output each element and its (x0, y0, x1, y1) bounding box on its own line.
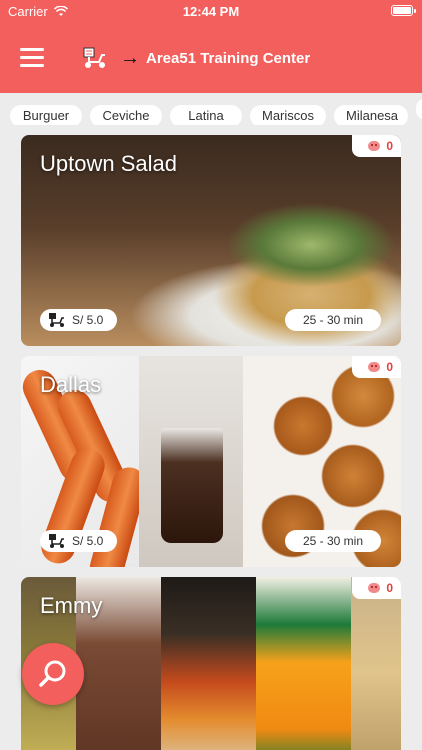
restaurant-name: Uptown Salad (40, 151, 177, 176)
app-header: Carrier 12:44 PM → Area51 Training Cente… (0, 0, 422, 93)
category-chip-partial[interactable] (416, 98, 422, 120)
scooter-delivery-icon (49, 534, 64, 548)
likes-count: 0 (386, 139, 393, 153)
restaurant-name: Emmy (40, 593, 103, 618)
restaurant-card[interactable]: Dallas 0 S/ 5.0 25 - 30 min (21, 356, 401, 567)
category-chip-bar[interactable]: Burguer Ceviche Latina Mariscos Milanesa (0, 93, 422, 125)
category-chip-mariscos[interactable]: Mariscos (250, 105, 326, 125)
delivery-time: 25 - 30 min (285, 530, 381, 552)
pig-icon (368, 362, 381, 372)
scooter-delivery-icon (83, 47, 105, 68)
category-chip-latina[interactable]: Latina (170, 105, 242, 125)
delivery-fee: S/ 5.0 (72, 534, 104, 548)
search-button[interactable] (22, 643, 84, 705)
delivery-fee-badge: S/ 5.0 (40, 309, 118, 331)
status-bar: Carrier 12:44 PM (0, 0, 422, 24)
battery-icon (391, 5, 416, 16)
delivery-time: 25 - 30 min (285, 309, 381, 331)
status-time: 12:44 PM (182, 4, 240, 19)
scooter-delivery-icon (49, 313, 64, 327)
restaurant-name: Dallas (40, 372, 102, 397)
brand-header: → Area51 Training Center (82, 46, 310, 70)
likes-count: 0 (386, 360, 393, 374)
search-icon (39, 660, 66, 687)
likes-badge[interactable]: 0 (352, 356, 401, 378)
pig-icon (368, 583, 381, 593)
likes-badge[interactable]: 0 (352, 135, 401, 157)
category-chip-burguer[interactable]: Burguer (10, 105, 82, 125)
category-chip-milanesa[interactable]: Milanesa (334, 105, 408, 125)
likes-count: 0 (386, 581, 393, 595)
header-title: Area51 Training Center (146, 49, 311, 67)
likes-badge[interactable]: 0 (352, 577, 401, 599)
delivery-fee-badge: S/ 5.0 (40, 530, 118, 552)
hamburger-menu-icon[interactable] (20, 48, 44, 68)
pig-icon (368, 141, 381, 151)
delivery-fee: S/ 5.0 (72, 313, 104, 327)
arrow-right-icon: → (120, 47, 140, 69)
category-chip-ceviche[interactable]: Ceviche (90, 105, 162, 125)
restaurant-card[interactable]: Uptown Salad 0 S/ 5.0 25 - 30 min (21, 135, 401, 346)
